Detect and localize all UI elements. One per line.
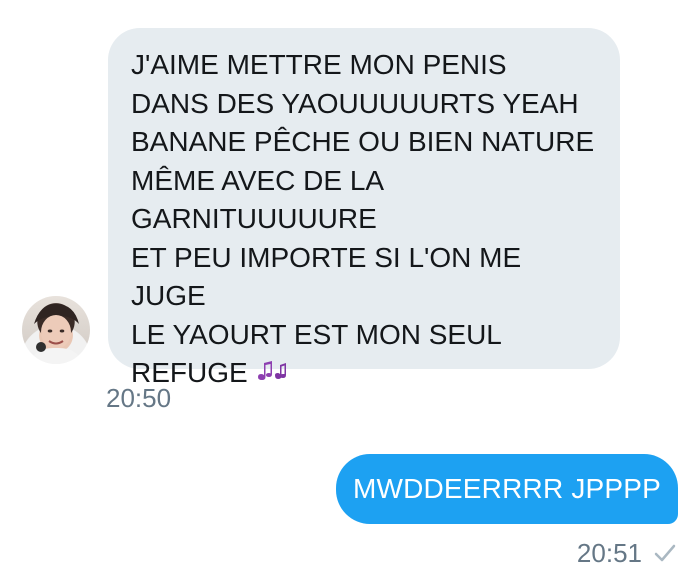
sent-message-bubble[interactable]: MWDDEERRRR JPPPP	[336, 454, 678, 524]
music-notes-icon	[254, 356, 288, 395]
received-message-time: 20:50	[106, 383, 172, 413]
checkmark-icon	[652, 540, 678, 566]
sender-avatar[interactable]	[22, 296, 90, 364]
sent-message-time: 20:51	[576, 538, 642, 568]
received-message-text: J'AIME METTRE MON PENIS DANS DES YAOUUUU…	[131, 49, 595, 388]
avatar-image	[30, 304, 82, 364]
sent-message-text: MWDDEERRRR JPPPP	[352, 473, 662, 504]
received-message-bubble[interactable]: J'AIME METTRE MON PENIS DANS DES YAOUUUU…	[108, 28, 620, 388]
